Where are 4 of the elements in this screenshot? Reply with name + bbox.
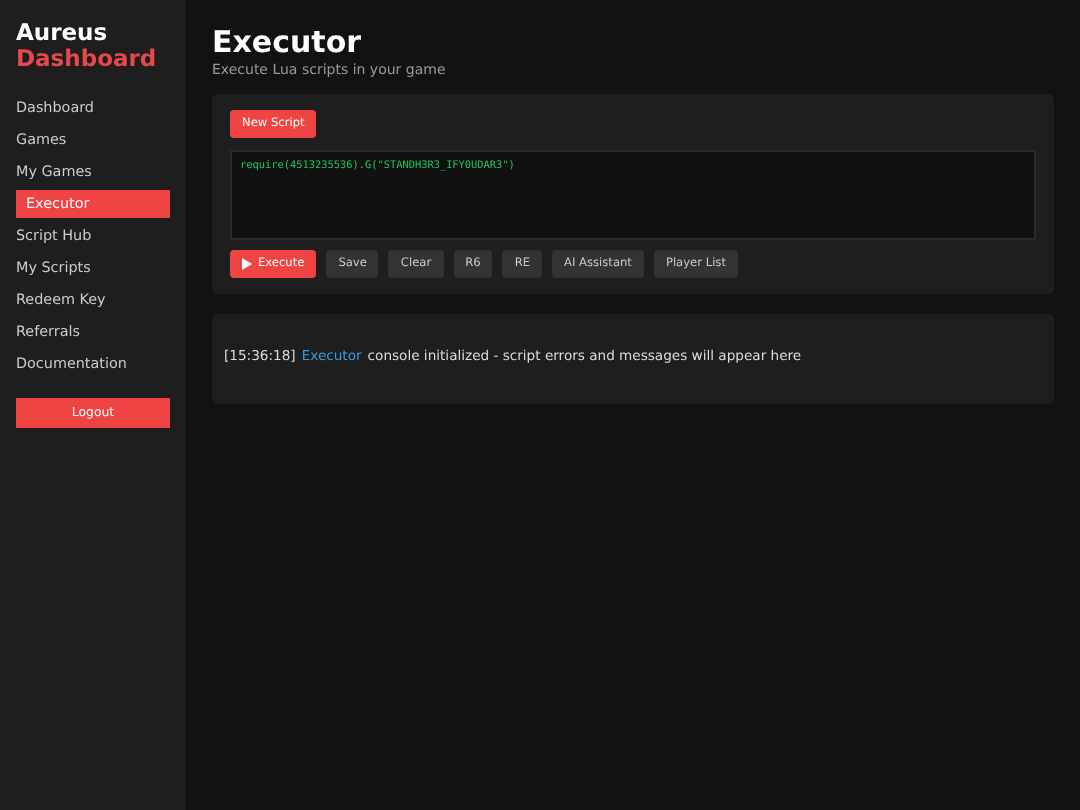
page-title: Executor — [212, 26, 364, 60]
brand-subtitle: Dashboard — [16, 46, 159, 72]
brand-name: Aureus — [16, 20, 110, 46]
play-icon — [242, 258, 252, 270]
